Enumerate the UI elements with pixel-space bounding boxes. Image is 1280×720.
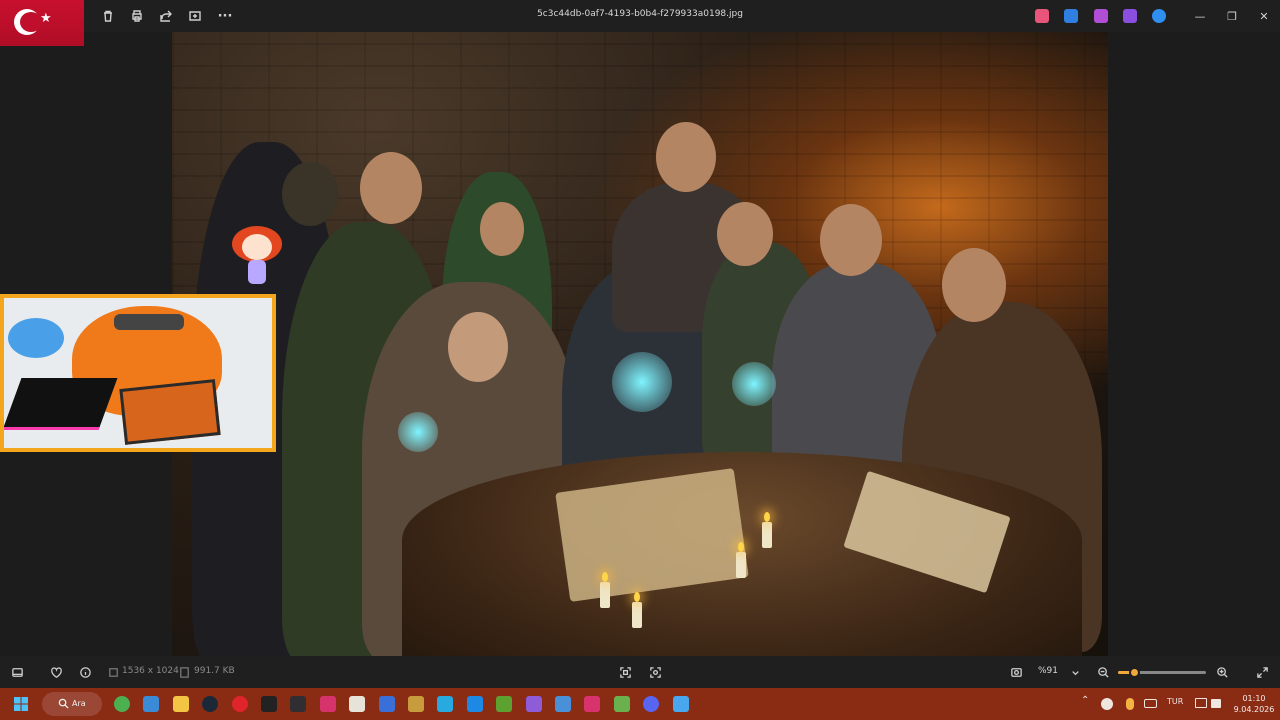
webcam-overlay: [0, 294, 276, 452]
copilot-icon[interactable]: [1035, 9, 1049, 23]
league-icon[interactable]: [408, 696, 424, 712]
app-blue-icon[interactable]: [437, 696, 453, 712]
visual-search-icon[interactable]: [647, 664, 663, 680]
network-icon[interactable]: [1195, 698, 1207, 708]
app-window-icon[interactable]: [467, 696, 483, 712]
search-label: Ara: [72, 699, 86, 708]
taskbar-clock[interactable]: 01:10 9.04.2026: [1232, 693, 1276, 715]
minimize-button[interactable]: —: [1192, 8, 1208, 24]
maximize-button[interactable]: ❐: [1224, 8, 1240, 24]
search-icon: [58, 698, 69, 709]
zoom-in-icon[interactable]: [1214, 664, 1230, 680]
bottom-bar: 1536 x 1024 991.7 KB %91: [0, 656, 1280, 688]
opera-icon[interactable]: [232, 696, 248, 712]
photo-icon[interactable]: [555, 696, 571, 712]
windows-start-icon[interactable]: [13, 696, 29, 712]
xbox-icon[interactable]: [114, 696, 130, 712]
chevron-down-icon[interactable]: [1067, 664, 1083, 680]
crescent-icon: [14, 9, 42, 35]
zoom-slider-thumb[interactable]: [1128, 667, 1140, 678]
zoom-slider[interactable]: [1118, 667, 1206, 678]
language-indicator[interactable]: TUR: [1167, 697, 1183, 706]
task-view-icon[interactable]: [143, 696, 159, 712]
windows-taskbar: Ara ⌃ TUR 01:10 9.04.2026: [0, 688, 1280, 720]
cube-icon[interactable]: [614, 696, 630, 712]
info-icon[interactable]: [77, 664, 93, 680]
file-size: 991.7 KB: [194, 666, 235, 676]
file-name: 5c3c44db-0af7-4193-b0b4-f279933a0198.jpg: [537, 9, 743, 19]
microphone-icon[interactable]: [1126, 698, 1134, 710]
taskbar-search[interactable]: Ara: [42, 692, 102, 716]
filmstrip-icon[interactable]: [9, 664, 25, 680]
instagram-icon[interactable]: [320, 696, 336, 712]
clock-date: 9.04.2026: [1233, 705, 1275, 714]
fullscreen-icon[interactable]: [1254, 664, 1270, 680]
volume-icon[interactable]: [1211, 699, 1221, 708]
favorite-icon[interactable]: [48, 664, 64, 680]
image-canvas[interactable]: [0, 32, 1280, 656]
xbox-app-icon[interactable]: [584, 696, 600, 712]
dimensions-icon: [105, 664, 121, 680]
drawing-icon[interactable]: [379, 696, 395, 712]
zoom-out-icon[interactable]: [1095, 664, 1111, 680]
clock-time: 01:10: [1242, 694, 1266, 703]
tray-app-icon[interactable]: [1101, 698, 1113, 710]
close-button[interactable]: ✕: [1256, 8, 1272, 24]
file-size-icon: [176, 664, 192, 680]
title-bar: ··· 5c3c44db-0af7-4193-b0b4-f279933a0198…: [0, 0, 1280, 32]
minecraft-icon[interactable]: [496, 696, 512, 712]
crystal-icon[interactable]: [526, 696, 542, 712]
obs-icon[interactable]: [290, 696, 306, 712]
photo-fantasy-tavern-party: [172, 32, 1108, 656]
steam-icon[interactable]: [202, 696, 218, 712]
chibi-sticker: [232, 226, 282, 288]
image-dimensions: 1536 x 1024: [122, 666, 179, 676]
crop-fit-icon[interactable]: [617, 664, 633, 680]
keyboard-icon[interactable]: [1144, 699, 1157, 708]
file-explorer-icon[interactable]: [173, 696, 189, 712]
star-icon: ★: [40, 11, 52, 26]
paint-net-icon[interactable]: [349, 696, 365, 712]
epic-games-icon[interactable]: [261, 696, 277, 712]
turkish-flag-overlay: ★: [0, 0, 84, 46]
photos-icon[interactable]: [673, 696, 689, 712]
discord-icon[interactable]: [643, 696, 659, 712]
zoom-level[interactable]: %91: [1038, 666, 1058, 676]
clipchamp-icon[interactable]: [1123, 9, 1137, 23]
paint-icon[interactable]: [1094, 9, 1108, 23]
actual-size-icon[interactable]: [1008, 664, 1024, 680]
onedrive-icon[interactable]: [1152, 9, 1166, 23]
designer-icon[interactable]: [1064, 9, 1078, 23]
chevron-up-icon[interactable]: ⌃: [1081, 695, 1089, 706]
